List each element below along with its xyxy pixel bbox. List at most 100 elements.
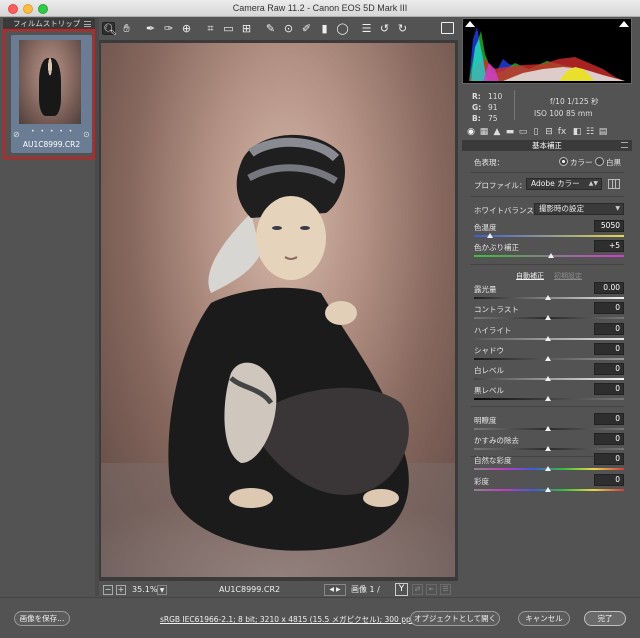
target-adjust-icon[interactable]: ⊕ bbox=[180, 22, 193, 35]
zoom-out-button[interactable]: − bbox=[103, 585, 113, 595]
copy-settings-icon[interactable]: ⇤ bbox=[426, 584, 437, 595]
cancel-button[interactable]: キャンセル bbox=[518, 611, 570, 626]
transform-tab-icon[interactable]: ⊟ bbox=[544, 127, 554, 137]
saturation-value[interactable]: 0 bbox=[594, 474, 624, 486]
tone-curve-tab-icon[interactable]: ▦ bbox=[479, 127, 489, 137]
highlight-clipping-icon[interactable] bbox=[619, 21, 629, 27]
effects-tab-icon[interactable]: fx bbox=[557, 127, 567, 137]
blacks-slider-thumb[interactable] bbox=[545, 396, 551, 401]
temp-label: 色温度 bbox=[474, 223, 497, 232]
dehaze-value[interactable]: 0 bbox=[594, 433, 624, 445]
radial-filter-icon[interactable]: ◯ bbox=[336, 22, 349, 35]
treatment-color-radio[interactable] bbox=[559, 157, 568, 166]
transform-icon[interactable]: ⊞ bbox=[240, 22, 253, 35]
presets-tab-icon[interactable]: ☷ bbox=[585, 127, 595, 137]
rotate-ccw-icon[interactable]: ↺ bbox=[378, 22, 391, 35]
detail-tab-icon[interactable]: ▲ bbox=[492, 127, 502, 137]
panel-title: 基本補正 bbox=[462, 140, 632, 151]
hand-icon[interactable]: ✋︎ bbox=[120, 22, 133, 35]
whites-value[interactable]: 0 bbox=[594, 363, 624, 375]
open-object-button[interactable]: オブジェクトとして開く bbox=[410, 611, 500, 626]
highlights-label: ハイライト bbox=[474, 326, 512, 335]
rating-dots[interactable]: • • • • • bbox=[31, 128, 74, 135]
zoom-level: 35.1% bbox=[132, 585, 158, 594]
title-bar: Camera Raw 11.2 - Canon EOS 5D Mark III bbox=[0, 0, 640, 17]
filmstrip-menu-icon[interactable] bbox=[84, 21, 91, 27]
clarity-slider-thumb[interactable] bbox=[545, 426, 551, 431]
temp-slider-thumb[interactable] bbox=[487, 233, 493, 238]
rotate-cw-icon[interactable]: ↻ bbox=[396, 22, 409, 35]
contrast-slider-thumb[interactable] bbox=[545, 315, 551, 320]
divider bbox=[470, 196, 624, 197]
tint-slider-thumb[interactable] bbox=[548, 253, 554, 258]
whites-slider-thumb[interactable] bbox=[545, 376, 551, 381]
clarity-value[interactable]: 0 bbox=[594, 413, 624, 425]
exposure-label: 露光量 bbox=[474, 285, 497, 294]
zoom-icon[interactable]: 🔍︎ bbox=[102, 22, 117, 36]
profile-browser-icon[interactable] bbox=[608, 179, 620, 189]
tint-value[interactable]: +5 bbox=[594, 240, 624, 252]
blacks-value[interactable]: 0 bbox=[594, 383, 624, 395]
save-image-button[interactable]: 画像を保存... bbox=[14, 611, 70, 626]
divider bbox=[470, 172, 624, 173]
bottom-bar: 画像を保存... sRGB IEC61966-2.1; 8 bit; 3210 … bbox=[0, 597, 640, 638]
vibrance-value[interactable]: 0 bbox=[594, 453, 624, 465]
basic-tab-icon[interactable]: ◉ bbox=[466, 127, 476, 137]
done-button[interactable]: 完了 bbox=[584, 611, 626, 626]
profile-select[interactable]: Adobe カラー ▲▼ bbox=[526, 178, 602, 190]
spot-removal-icon[interactable]: ✎ bbox=[264, 22, 277, 35]
highlights-slider-thumb[interactable] bbox=[545, 336, 551, 341]
adjustment-brush-icon[interactable]: ✐ bbox=[300, 22, 313, 35]
panel-title-text: 基本補正 bbox=[532, 141, 562, 150]
workflow-options-link[interactable]: sRGB IEC61966-2.1; 8 bit; 3210 x 4815 (1… bbox=[160, 614, 413, 625]
panel-menu-icon[interactable] bbox=[621, 142, 628, 148]
red-eye-icon[interactable]: ⊙ bbox=[282, 22, 295, 35]
aperture-shutter: f/10 1/125 秒 bbox=[550, 97, 599, 106]
dehaze-slider-thumb[interactable] bbox=[545, 446, 551, 451]
shadow-clipping-icon[interactable] bbox=[465, 21, 475, 27]
filmstrip-panel: フィルムストリップ ⊘ • • • • • ⊙ AU1C8999.CR2 bbox=[3, 18, 95, 596]
zoom-dropdown[interactable]: ▼ bbox=[157, 585, 167, 595]
exposure-slider-thumb[interactable] bbox=[545, 295, 551, 300]
clarity-label: 明瞭度 bbox=[474, 416, 497, 425]
shadows-value[interactable]: 0 bbox=[594, 343, 624, 355]
color-sampler-icon[interactable]: ✑ bbox=[162, 22, 175, 35]
auto-link[interactable]: 自動補正 bbox=[516, 271, 544, 281]
toggle-default-icon[interactable]: ☰ bbox=[440, 584, 451, 595]
profile-label: プロファイル： bbox=[474, 181, 527, 190]
split-toning-tab-icon[interactable]: ▭ bbox=[518, 127, 528, 137]
snapshots-tab-icon[interactable]: ▤ bbox=[598, 127, 608, 137]
readout-b: B: 75 bbox=[472, 114, 498, 123]
white-balance-icon[interactable]: ✒ bbox=[144, 22, 157, 35]
zoom-in-button[interactable]: + bbox=[116, 585, 126, 595]
swap-before-after-icon[interactable]: ⇄ bbox=[412, 584, 423, 595]
hsl-tab-icon[interactable]: ▬ bbox=[505, 127, 515, 137]
chevron-down-icon: ▼ bbox=[615, 205, 620, 212]
highlights-value[interactable]: 0 bbox=[594, 323, 624, 335]
export-icon[interactable] bbox=[441, 22, 454, 34]
filmstrip-thumbnail[interactable] bbox=[19, 40, 81, 124]
preferences-icon[interactable]: ☰ bbox=[360, 22, 373, 35]
calibration-tab-icon[interactable]: ◧ bbox=[572, 127, 582, 137]
temp-value[interactable]: 5050 bbox=[594, 220, 624, 232]
wb-select[interactable]: 撮影時の設定 ▼ bbox=[534, 203, 624, 215]
saturation-slider-thumb[interactable] bbox=[545, 487, 551, 492]
vibrance-slider-thumb[interactable] bbox=[545, 466, 551, 471]
dehaze-label: かすみの除去 bbox=[474, 436, 519, 445]
contrast-value[interactable]: 0 bbox=[594, 302, 624, 314]
graduated-filter-icon[interactable]: ▮ bbox=[318, 22, 331, 35]
sync-icon: ⊘ bbox=[13, 130, 20, 139]
preview-photo[interactable] bbox=[101, 43, 455, 577]
crop-icon[interactable]: ⌗ bbox=[204, 22, 217, 35]
temp-slider[interactable] bbox=[474, 235, 624, 237]
divider bbox=[470, 264, 624, 265]
exposure-value[interactable]: 0.00 bbox=[594, 282, 624, 294]
image-nav-buttons[interactable]: ◀ ▶ bbox=[324, 584, 346, 596]
straighten-icon[interactable]: ▭ bbox=[222, 22, 235, 35]
shadows-slider-thumb[interactable] bbox=[545, 356, 551, 361]
treatment-bw-radio[interactable] bbox=[595, 157, 604, 166]
default-link[interactable]: 初期設定 bbox=[554, 271, 582, 281]
image-count: 画像 1 / 1 bbox=[351, 585, 380, 606]
before-after-toggle[interactable]: Y bbox=[395, 583, 408, 596]
lens-tab-icon[interactable]: ▯ bbox=[531, 127, 541, 137]
